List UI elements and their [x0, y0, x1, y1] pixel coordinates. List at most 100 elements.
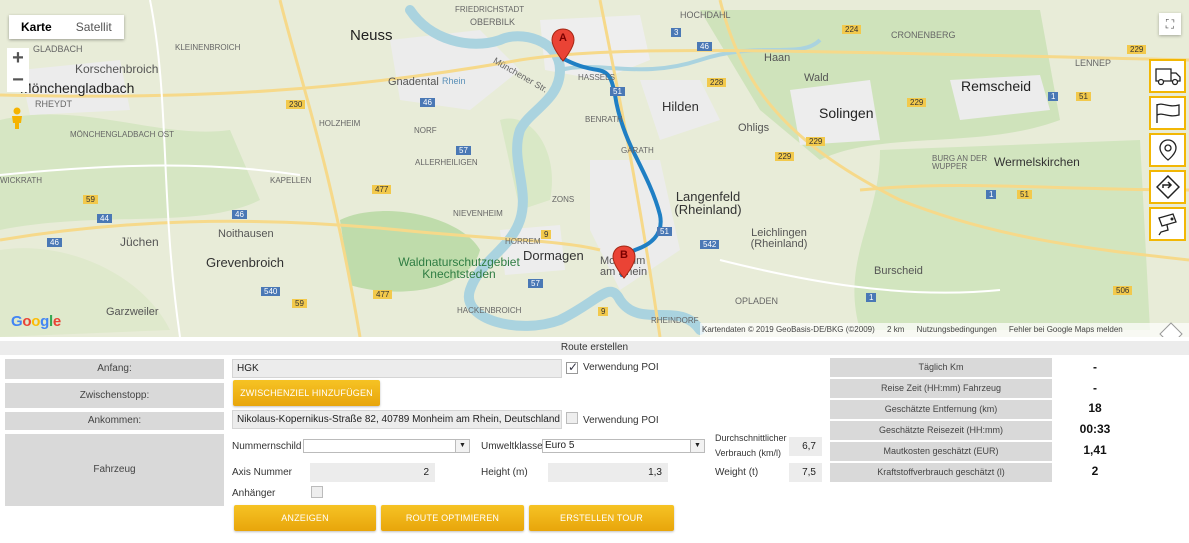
- map-label: Waldnaturschutzgebiet Knechtsteden: [398, 255, 520, 281]
- map-label: Leichlingen (Rheinland): [750, 227, 808, 250]
- map-label: Garzweiler: [106, 306, 159, 318]
- flag-button[interactable]: [1149, 96, 1186, 130]
- map-label: Korschenbroich: [75, 62, 159, 76]
- map-label: Wermelskirchen: [994, 155, 1080, 169]
- map-type-satellit[interactable]: Satellit: [64, 15, 124, 39]
- road-shield: 9: [541, 230, 552, 239]
- chevron-down-icon: ▼: [455, 440, 469, 452]
- create-tour-button[interactable]: ERSTELLEN TOUR: [529, 505, 674, 531]
- destination-poi-label: Verwendung POI: [583, 415, 659, 426]
- start-input[interactable]: HGK: [232, 359, 562, 378]
- compass-icon[interactable]: [1159, 322, 1183, 337]
- road-shield: 46: [420, 98, 435, 107]
- map-label: MÖNCHENGLADBACH OST: [70, 130, 175, 139]
- stat-label: Geschätzte Reisezeit (HH:mm): [830, 421, 1052, 440]
- label-fahrzeug: Fahrzeug: [5, 434, 224, 506]
- height-input[interactable]: 1,3: [548, 463, 668, 482]
- show-button[interactable]: ANZEIGEN: [234, 505, 376, 531]
- truck-button[interactable]: [1149, 59, 1186, 93]
- stat-value: 00:33: [1079, 422, 1111, 436]
- map-label: Hilden: [662, 99, 699, 114]
- stat-label: Mautkosten geschätzt (EUR): [830, 442, 1052, 461]
- anhaenger-checkbox[interactable]: [311, 486, 323, 498]
- map-label: Langenfeld (Rheinland): [674, 189, 742, 217]
- map-scale[interactable]: 2 km: [887, 325, 904, 334]
- map-label: HACKENBROICH: [457, 306, 522, 315]
- map-label: Grevenbroich: [206, 255, 285, 270]
- weight-label: Weight (t): [715, 467, 759, 478]
- stat-value: 2: [1091, 464, 1099, 478]
- road-shield: 46: [697, 42, 712, 51]
- street-view-pegman-icon[interactable]: [9, 107, 25, 129]
- map-label: HASSELS: [578, 73, 615, 82]
- road-shield: 224: [842, 25, 862, 34]
- map-label: Wald: [804, 72, 829, 84]
- verbrauch-label-2: Verbrauch (km/l): [715, 448, 782, 458]
- stat-value: 18: [1088, 401, 1102, 415]
- weight-input[interactable]: 7,5: [789, 463, 822, 482]
- axis-input[interactable]: 2: [310, 463, 435, 482]
- destination-input[interactable]: Nikolaus-Kopernikus-Straße 82, 40789 Mon…: [232, 410, 562, 429]
- google-logo: Google: [11, 313, 61, 330]
- label-zwischenstopp: Zwischenstopp:: [5, 383, 224, 408]
- stat-label: Täglich Km: [830, 358, 1052, 377]
- road-shield: 44: [97, 214, 112, 223]
- map-label: Haan: [764, 52, 791, 64]
- road-shield: 1: [986, 190, 997, 199]
- route-end-marker[interactable]: B: [612, 245, 636, 279]
- road-shield: 57: [456, 146, 471, 155]
- map-type-switch: Karte Satellit: [9, 15, 124, 39]
- pin-button[interactable]: [1149, 133, 1186, 167]
- nummernschild-select[interactable]: ▼: [303, 439, 470, 453]
- stat-value: -: [1093, 360, 1097, 374]
- road-shield: 230: [286, 100, 306, 109]
- road-shield: 506: [1113, 286, 1133, 295]
- map-label: ZONS: [552, 195, 575, 204]
- map-label: GARATH: [621, 146, 654, 155]
- camera-button[interactable]: [1149, 207, 1186, 241]
- road-shield: 228: [707, 78, 727, 87]
- map-label: BENRATH: [585, 115, 623, 124]
- start-poi-label: Verwendung POI: [583, 362, 659, 373]
- start-poi-checkbox[interactable]: [566, 360, 578, 374]
- road-shield: 542: [700, 240, 720, 249]
- road-shield: 59: [83, 195, 98, 204]
- map-attribution: Kartendaten © 2019 GeoBasis-DE/BKG (©200…: [700, 323, 1189, 337]
- zoom-in-button[interactable]: +: [7, 48, 29, 70]
- umweltklasse-label: Umweltklasse: [481, 441, 543, 452]
- direction-button[interactable]: [1149, 170, 1186, 204]
- nummernschild-label: Nummernschild: [232, 441, 302, 452]
- verbrauch-input[interactable]: 6,7: [789, 437, 822, 456]
- road-shield: 1: [866, 293, 877, 302]
- add-waypoint-button[interactable]: ZWISCHENZIEL HINZUFÜGEN: [233, 380, 380, 406]
- report-link[interactable]: Fehler bei Google Maps melden: [1009, 325, 1123, 334]
- road-shield: 477: [373, 290, 393, 299]
- map-label: ALLERHEILIGEN: [415, 158, 478, 167]
- road-shield: 3: [671, 28, 682, 37]
- destination-poi-checkbox[interactable]: [566, 412, 578, 424]
- optimize-route-button[interactable]: ROUTE OPTIMIEREN: [381, 505, 524, 531]
- route-start-marker[interactable]: A: [551, 28, 575, 62]
- road-shield: 46: [47, 238, 62, 247]
- umweltklasse-select[interactable]: Euro 5 ▼: [542, 439, 705, 453]
- zoom-out-button[interactable]: −: [7, 70, 29, 92]
- map-label: CRONENBERG: [891, 30, 956, 40]
- terms-link[interactable]: Nutzungsbedingungen: [917, 325, 997, 334]
- truck-icon: [1154, 68, 1181, 86]
- road-shield: 9: [598, 307, 609, 316]
- map-label: Neuss: [350, 27, 393, 44]
- map-view[interactable]: FRIEDRICHSTADT OBERBILK HOCHDAHL CRONENB…: [0, 0, 1189, 337]
- map-label: Gnadental: [388, 76, 439, 88]
- map-label: BURG AN DER WUPPER: [932, 154, 988, 171]
- road-shield: 59: [292, 299, 307, 308]
- map-type-karte[interactable]: Karte: [9, 15, 64, 39]
- map-label: Noithausen: [218, 228, 274, 240]
- stat-value: -: [1093, 381, 1097, 395]
- road-shield: 477: [372, 185, 392, 194]
- pin-icon: [1158, 139, 1177, 161]
- road-shield: 51: [1076, 92, 1091, 101]
- flag-icon: [1155, 103, 1180, 123]
- fullscreen-icon[interactable]: ⛶: [1159, 13, 1181, 35]
- map-label: HOCHDAHL: [680, 10, 731, 20]
- height-label: Height (m): [481, 467, 528, 478]
